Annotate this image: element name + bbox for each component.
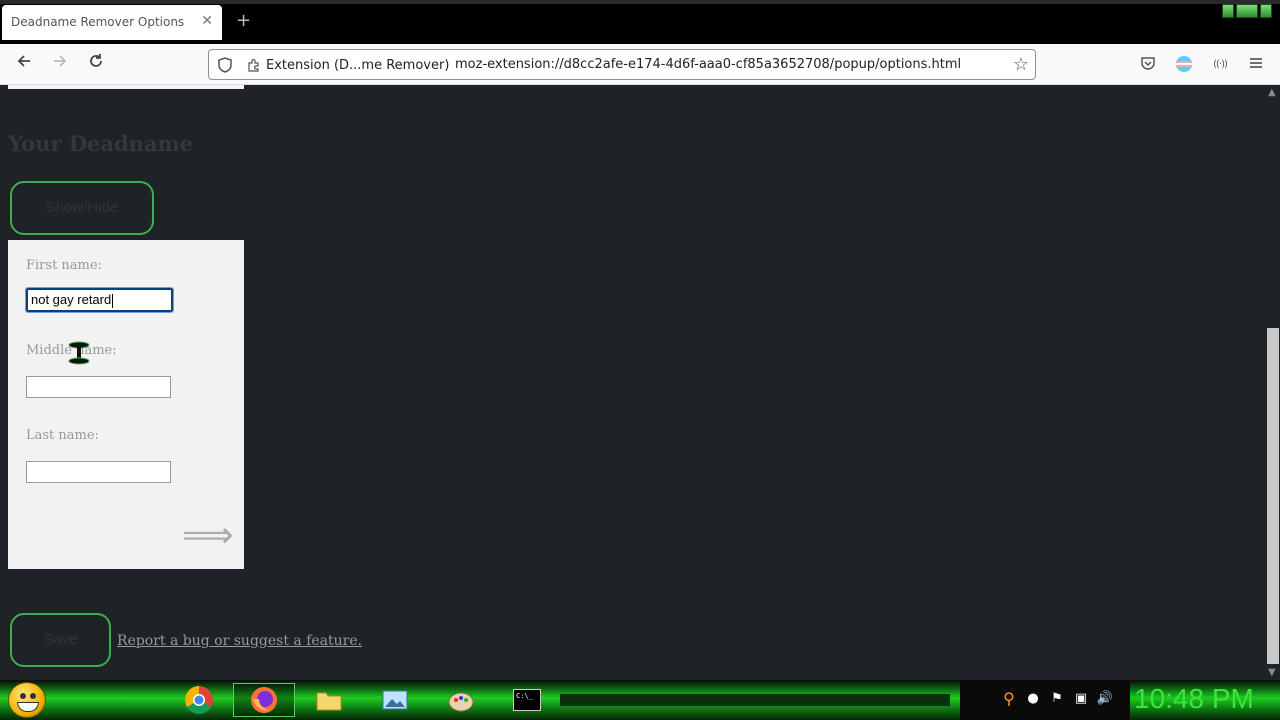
- back-arrow-icon: [17, 55, 30, 67]
- identity-label: Extension (D...me Remover): [266, 57, 450, 73]
- folder-icon: [316, 692, 342, 711]
- middle-name-input[interactable]: [26, 376, 171, 398]
- command-prompt-taskbar-button[interactable]: C:\_: [496, 683, 558, 717]
- pocket-glyph: [1141, 57, 1155, 70]
- first-name-input[interactable]: not gay retard: [25, 287, 174, 313]
- maximize-button[interactable]: [1236, 4, 1258, 18]
- first-name-value: not gay retard: [31, 292, 112, 307]
- extension-icon[interactable]: ((·)): [1210, 55, 1230, 75]
- scrollbar-thumb[interactable]: [1267, 328, 1279, 664]
- scroll-up-icon[interactable]: ▲: [1268, 87, 1276, 98]
- paint-palette-icon: [448, 692, 474, 712]
- show-hide-button[interactable]: Show/Hide: [10, 181, 154, 235]
- smiley-eyes-icon: [20, 693, 36, 699]
- url-bar[interactable]: Extension (D...me Remover) moz-extension…: [208, 49, 1036, 80]
- taskbar-gap: [560, 694, 950, 706]
- tab-close-icon[interactable]: ✕: [201, 13, 213, 29]
- url-text[interactable]: moz-extension://d8cc2afe-e174-4d6f-aaa0-…: [455, 57, 961, 72]
- search-tray-icon[interactable]: ⚲: [1000, 690, 1018, 708]
- close-window-button[interactable]: [1260, 4, 1272, 18]
- chrome-taskbar-button[interactable]: [168, 683, 230, 717]
- tab-title: Deadname Remover Options: [11, 15, 185, 29]
- network-tray-icon[interactable]: ▣: [1072, 690, 1090, 708]
- options-page: Your Deadname Show/Hide First name: not …: [0, 85, 1266, 680]
- text-caret: [112, 293, 114, 308]
- volume-tray-icon[interactable]: 🔊: [1096, 690, 1114, 708]
- start-button[interactable]: [8, 682, 46, 718]
- navigation-toolbar: Extension (D...me Remover) moz-extension…: [0, 44, 1280, 85]
- pocket-icon[interactable]: [1138, 55, 1158, 75]
- firefox-icon: [251, 687, 277, 713]
- image-viewer-taskbar-button[interactable]: [364, 683, 426, 717]
- forward-button[interactable]: [47, 52, 73, 78]
- save-button[interactable]: Save: [10, 613, 111, 667]
- back-button[interactable]: [11, 52, 37, 78]
- page-title: Your Deadname: [8, 131, 194, 156]
- chrome-icon: [185, 686, 213, 714]
- picture-icon: [382, 690, 408, 710]
- taskbar-clock[interactable]: 10:48 PM: [1134, 683, 1254, 715]
- minimize-button[interactable]: [1222, 4, 1234, 18]
- tab-options[interactable]: Deadname Remover Options ✕: [2, 5, 222, 40]
- bookmark-star-icon[interactable]: ☆: [1013, 54, 1029, 75]
- deadname-form-panel: First name: not gay retard Middle name: …: [8, 240, 244, 569]
- text-cursor-icon: [68, 341, 90, 365]
- forward-arrow-icon: [54, 55, 67, 67]
- tab-strip-border: [0, 0, 1280, 4]
- puzzle-piece-icon: [248, 58, 259, 72]
- scroll-down-icon[interactable]: ▼: [1268, 667, 1276, 678]
- command-prompt-icon: C:\_: [513, 689, 541, 711]
- new-tab-button[interactable]: +: [236, 10, 251, 32]
- tracking-protection-shield-icon[interactable]: [216, 56, 234, 74]
- menu-lines-glyph: [1250, 58, 1262, 68]
- last-name-label: Last name:: [26, 428, 99, 443]
- taskbar: C:\_ ⚲ ● ⚑ ▣ 🔊 10:48 PM: [0, 680, 1280, 720]
- tab-strip: Deadname Remover Options ✕ +: [0, 0, 1280, 44]
- reload-icon: [90, 54, 102, 67]
- browser-window: Deadname Remover Options ✕ + Extension (…: [0, 0, 1280, 680]
- reload-button[interactable]: [83, 52, 109, 78]
- hamburger-menu-icon[interactable]: [1246, 55, 1266, 75]
- action-center-flag-icon[interactable]: ⚑: [1048, 690, 1066, 708]
- site-identity[interactable]: Extension (D...me Remover): [247, 55, 449, 75]
- paint-taskbar-button[interactable]: [430, 683, 492, 717]
- trans-flag-glyph: [1176, 56, 1192, 72]
- previous-panel-edge: [8, 85, 244, 89]
- status-tray-icon[interactable]: ●: [1024, 690, 1042, 708]
- report-bug-link[interactable]: Report a bug or suggest a feature.: [117, 633, 362, 649]
- page-scrollbar[interactable]: ▲ ▼: [1266, 85, 1280, 680]
- firefox-taskbar-button[interactable]: [233, 683, 295, 717]
- last-name-input[interactable]: [26, 461, 171, 483]
- first-name-label: First name:: [26, 258, 102, 273]
- file-explorer-taskbar-button[interactable]: [298, 683, 360, 717]
- trans-flag-extension-icon[interactable]: [1174, 55, 1194, 75]
- window-controls: [1222, 4, 1272, 18]
- smiley-mouth: [17, 702, 39, 712]
- next-arrow-button[interactable]: ⟹: [182, 518, 234, 554]
